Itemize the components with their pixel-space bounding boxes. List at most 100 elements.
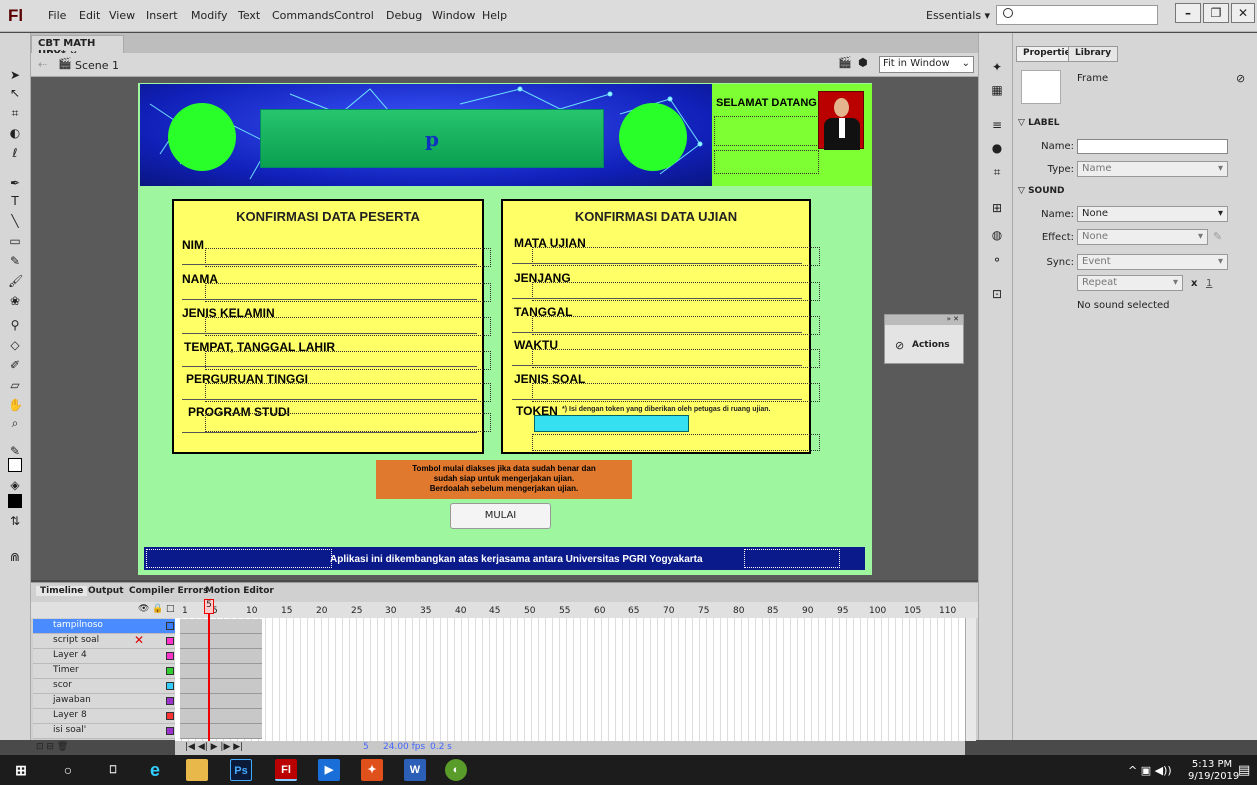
keyframes[interactable] <box>180 649 262 664</box>
stroke-swatch[interactable] <box>8 458 22 472</box>
color-icon[interactable]: ◍ <box>990 228 1004 242</box>
scene-label[interactable]: Scene 1 <box>75 59 119 72</box>
layer-row[interactable]: isi soal' <box>33 724 175 739</box>
system-tray-icons[interactable]: ^ ▣ ◀)) <box>1128 764 1172 777</box>
frame-rate[interactable]: 24.00 fps <box>383 742 425 752</box>
components-icon[interactable]: ⊞ <box>990 201 1004 215</box>
field-token-status[interactable] <box>532 434 820 451</box>
tab-timeline[interactable]: Timeline <box>36 586 88 596</box>
flash-taskbar-icon[interactable]: Fl <box>275 759 297 781</box>
keyframes[interactable] <box>180 664 262 679</box>
layer-row[interactable]: Layer 8 <box>33 709 175 724</box>
menu-file[interactable]: File <box>48 9 66 22</box>
field-program-studi[interactable] <box>205 413 491 432</box>
menu-help[interactable]: Help <box>482 9 507 22</box>
edit-pencil-icon[interactable]: ✎ <box>1213 230 1222 243</box>
workspace-switcher[interactable]: Essentials ▾ <box>926 9 990 22</box>
menu-window[interactable]: Window <box>432 9 475 22</box>
footer-right-textfield[interactable] <box>744 549 840 568</box>
bone-tool-icon[interactable]: ⚲ <box>8 318 22 332</box>
section-sound-header[interactable]: ▽ SOUND <box>1018 186 1065 196</box>
back-arrow-icon[interactable]: ⇠ <box>38 58 47 71</box>
playback-controls-icon[interactable]: |◀ ◀| ▶ |▶ ▶| <box>185 742 243 752</box>
eyedropper-icon[interactable]: ✐ <box>8 358 22 372</box>
cortana-icon[interactable]: ○ <box>57 759 79 781</box>
eye-icon[interactable]: 👁 <box>138 604 149 614</box>
selection-tool-icon[interactable]: ➤ <box>8 68 22 82</box>
align-icon[interactable]: ≡ <box>990 118 1004 132</box>
app-green-icon[interactable]: ◐ <box>445 759 467 781</box>
deco-tool-icon[interactable]: ❀ <box>8 294 22 308</box>
keyframes[interactable] <box>180 694 262 709</box>
maximize-button[interactable]: ❐ <box>1203 3 1229 23</box>
transform-icon[interactable]: ⌗ <box>990 165 1004 179</box>
zoom-tool-icon[interactable]: ⌕ <box>8 416 22 430</box>
edge-icon[interactable]: e <box>144 759 166 781</box>
actions-panel[interactable]: » ✕ ⊘ Actions <box>884 314 964 364</box>
layer-row[interactable]: jawaban <box>33 694 175 709</box>
eraser-icon[interactable]: ▱ <box>8 378 22 392</box>
pencil-tool-icon[interactable]: ✎ <box>8 254 22 268</box>
text-tool-icon[interactable]: T <box>8 194 22 208</box>
hand-tool-icon[interactable]: ✋ <box>8 398 23 412</box>
motion-presets-icon[interactable]: ✦ <box>990 60 1004 74</box>
info-icon[interactable]: ● <box>990 141 1004 155</box>
outline-icon[interactable]: □ <box>166 604 175 614</box>
stroke-color-icon[interactable]: ✎ <box>8 444 22 458</box>
frame-grid[interactable] <box>175 618 965 741</box>
edit-scene-icon[interactable]: 🎬 <box>838 56 852 69</box>
label-type-select[interactable]: Name ▾ <box>1077 161 1228 177</box>
frame-name-input[interactable] <box>1077 139 1228 154</box>
menu-modify[interactable]: Modify <box>191 9 227 22</box>
file-explorer-icon[interactable] <box>186 759 208 781</box>
menu-commands[interactable]: Commands <box>272 9 334 22</box>
layer-row[interactable]: script soal <box>33 634 175 649</box>
close-button[interactable]: ✕ <box>1231 3 1255 23</box>
minimize-button[interactable]: – <box>1175 3 1201 23</box>
layer-row[interactable]: Timer <box>33 664 175 679</box>
keyframes[interactable] <box>180 679 262 694</box>
edit-symbol-icon[interactable]: ⬢ <box>858 56 868 69</box>
search-input[interactable] <box>996 5 1158 25</box>
photoshop-icon[interactable]: Ps <box>230 759 252 781</box>
media-player-icon[interactable]: ▶ <box>318 759 340 781</box>
menu-debug[interactable]: Debug <box>386 9 422 22</box>
repeat-count[interactable]: 1 <box>1206 278 1212 289</box>
field-tempat-tanggal-lahir[interactable] <box>205 351 491 370</box>
zoom-select[interactable]: Fit in Window ⌄ <box>879 56 974 73</box>
menu-control[interactable]: Control <box>334 9 374 22</box>
swatches-icon[interactable]: ▦ <box>990 83 1004 97</box>
notifications-icon[interactable]: ▤ <box>1238 763 1250 778</box>
new-layer-icon[interactable]: ⊡ ⊟ 🗑 <box>36 742 68 752</box>
menu-view[interactable]: View <box>109 9 135 22</box>
start-button[interactable]: MULAI <box>450 503 551 529</box>
layer-row[interactable]: tampilnoso <box>33 619 175 634</box>
code-snippets-icon[interactable]: ⚬ <box>990 253 1004 267</box>
menu-edit[interactable]: Edit <box>79 9 100 22</box>
playhead[interactable] <box>208 600 210 741</box>
keyframes[interactable] <box>180 634 262 649</box>
line-tool-icon[interactable]: ╲ <box>8 214 22 228</box>
paint-bucket-icon[interactable]: ◇ <box>8 338 22 352</box>
fill-swatch[interactable] <box>8 494 22 508</box>
user-name-textfield[interactable] <box>714 116 819 146</box>
clock[interactable]: 5:13 PM 9/19/2019 <box>1188 759 1239 783</box>
actions-panel-header[interactable]: » ✕ <box>885 315 963 325</box>
app-icon[interactable]: ✦ <box>361 759 383 781</box>
tab-compiler-errors[interactable]: Compiler Errors <box>125 586 212 596</box>
free-transform-icon[interactable]: ⌗ <box>8 106 22 120</box>
layer-row[interactable]: Layer 4 <box>33 649 175 664</box>
project-icon[interactable]: ⊡ <box>990 287 1004 301</box>
windows-start-icon[interactable]: ⊞ <box>10 759 32 781</box>
sound-name-select[interactable]: None ▾ <box>1077 206 1228 222</box>
document-tab[interactable]: CBT MATH UPY* × <box>31 35 124 60</box>
token-input[interactable] <box>534 415 689 432</box>
subselection-tool-icon[interactable]: ↖ <box>8 86 22 100</box>
lock-icon[interactable]: 🔒 <box>152 604 163 614</box>
task-view-icon[interactable]: ⎕ <box>102 759 124 781</box>
tab-library[interactable]: Library <box>1068 46 1119 62</box>
timeline-scrollbar[interactable] <box>965 618 976 741</box>
menu-text[interactable]: Text <box>238 9 260 22</box>
user-info-textfield[interactable] <box>714 150 819 174</box>
footer-left-textfield[interactable] <box>146 549 332 568</box>
